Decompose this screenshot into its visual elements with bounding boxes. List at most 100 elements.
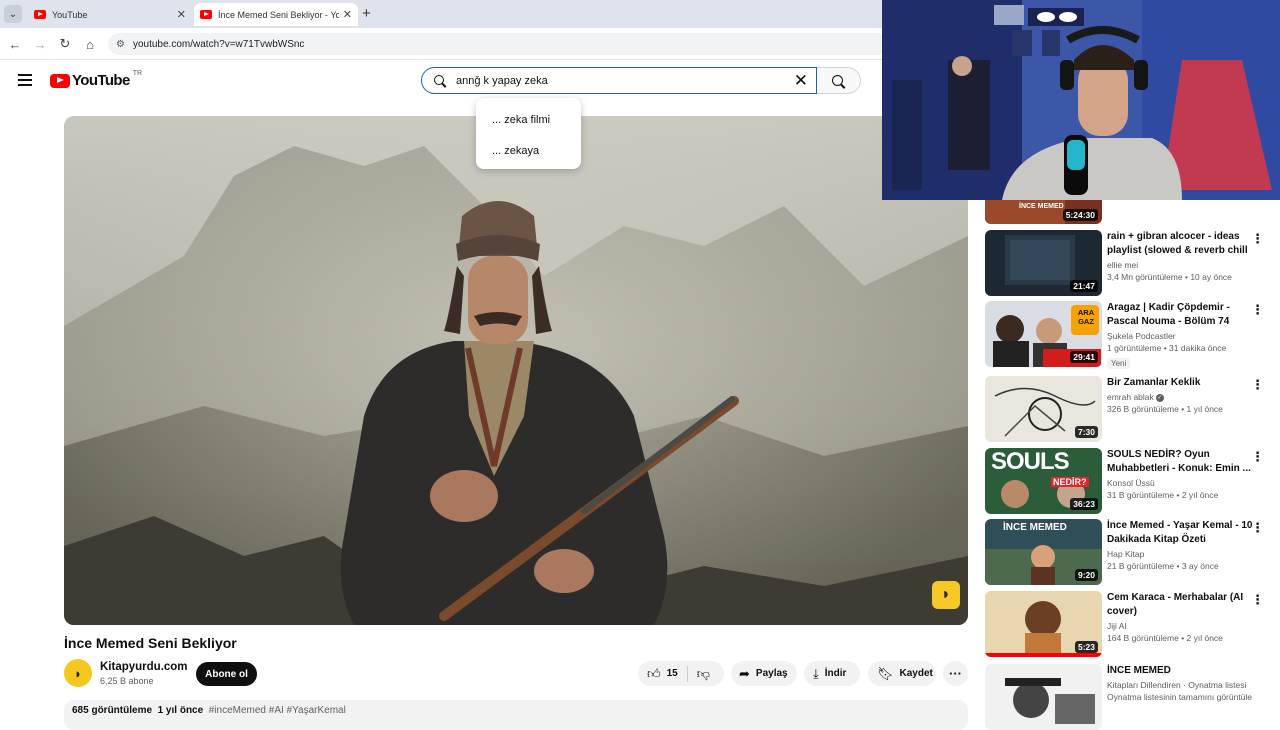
view-count: 1 görüntüleme <box>1107 343 1162 353</box>
upload-age: 1 yıl önce <box>1186 404 1223 414</box>
video-frame-image <box>64 116 968 625</box>
recommendation-channel[interactable]: Jiji AI <box>1107 621 1257 631</box>
thumbnail[interactable]: ARA GAZ 29:41 <box>985 301 1102 367</box>
duration-badge: 5:23 <box>1074 641 1098 653</box>
home-icon[interactable]: ⌂ <box>81 35 99 53</box>
duration-badge: 5:24:30 <box>1062 209 1098 221</box>
thumbnail[interactable] <box>985 664 1102 730</box>
recommendation-title[interactable]: Cem Karaca - Merhabalar (AI cover) <box>1107 591 1257 619</box>
view-count: 685 görüntüleme <box>72 705 153 716</box>
recommendation-channel[interactable]: Kitapları Dillendiren · Oynatma listesi <box>1107 680 1257 690</box>
recommendation-item[interactable]: 7:30 Bir Zamanlar Keklik emrah ablak ✓ 32… <box>985 376 1280 442</box>
new-tab-icon[interactable]: + <box>362 5 371 22</box>
recommendation-channel[interactable]: Hap Kitap <box>1107 549 1257 559</box>
recommendation-item[interactable]: 21:47 rain + gibran alcocer - ideas play… <box>985 230 1280 296</box>
recommendation-title[interactable]: Bir Zamanlar Keklik <box>1107 376 1257 390</box>
more-options-icon[interactable]: ⋮ <box>1251 377 1264 393</box>
thumbnail[interactable]: SOULS NEDİR? 36:23 <box>985 448 1102 514</box>
bookmark-icon: 🔖︎ <box>877 665 894 681</box>
thumbnail[interactable]: 7:30 <box>985 376 1102 442</box>
description-box[interactable]: 685 görüntüleme 1 yıl önce #inceMemed #A… <box>64 700 968 730</box>
playlist-item[interactable]: İNCE MEMED Kitapları Dillendiren · Oynat… <box>985 664 1280 730</box>
recommendation-title[interactable]: İnce Memed - Yaşar Kemal - 10 Dakikada K… <box>1107 519 1257 547</box>
view-full-playlist-link[interactable]: Oynatma listesinin tamamını görüntüle <box>1107 692 1257 702</box>
video-title: İnce Memed Seni Bekliyor <box>64 635 237 651</box>
view-count: 326 B görüntüleme <box>1107 404 1179 414</box>
thumbs-up-icon: 👍︎ <box>647 665 661 681</box>
save-button[interactable]: 🔖︎ Kaydet <box>868 661 936 686</box>
thumbnail[interactable]: 5:23 <box>985 591 1102 657</box>
recommendation-title[interactable]: İNCE MEMED <box>1107 664 1257 678</box>
recommendation-item[interactable]: 5:23 Cem Karaca - Merhabalar (AI cover) … <box>985 591 1280 657</box>
subscribe-button[interactable]: Abone ol <box>196 662 257 686</box>
more-options-icon[interactable]: ⋮ <box>1251 592 1264 608</box>
recommendation-channel[interactable]: Şukela Podcastler <box>1107 331 1257 341</box>
address-bar[interactable]: ⚙ youtube.com/watch?v=w71TvwbWSnc <box>108 33 888 55</box>
view-count: 31 B görüntüleme <box>1107 490 1175 500</box>
like-button[interactable]: 👍︎ 15 <box>638 661 687 686</box>
upload-age: 1 yıl önce <box>157 705 204 716</box>
save-label: Kaydet <box>899 668 933 679</box>
country-code: TR <box>132 70 143 77</box>
hashtags[interactable]: #inceMemed #AI #YaşarKemal <box>209 705 346 716</box>
like-count: 15 <box>666 668 678 679</box>
browser-tab-active[interactable]: İnce Memed Seni Bekliyor - YouTube ✕ <box>194 3 358 26</box>
thumbnail[interactable]: İNCE MEMED 9:20 <box>985 519 1102 585</box>
close-tab-icon[interactable]: ✕ <box>343 8 352 21</box>
recommendation-channel[interactable]: ellie mei <box>1107 260 1257 270</box>
search-query-text: annǧ k yapay zeka <box>456 74 548 87</box>
duration-badge: 36:23 <box>1070 498 1098 510</box>
recommendation-title[interactable]: rain + gibran alcocer - ideas playlist (… <box>1107 230 1257 258</box>
more-actions-icon[interactable]: ··· <box>943 661 968 686</box>
menu-icon[interactable] <box>18 74 32 86</box>
recommendation-channel[interactable]: emrah ablak <box>1107 392 1154 402</box>
download-button[interactable]: ⤓ İndir <box>804 661 860 686</box>
recommendation-title[interactable]: SOULS NEDİR? Oyun Muhabbetleri - Konuk: … <box>1107 448 1257 476</box>
search-icon <box>434 74 446 87</box>
share-button[interactable]: ➦ Paylaş <box>731 661 797 686</box>
more-options-icon[interactable]: ⋮ <box>1251 302 1264 318</box>
more-options-icon[interactable]: ⋮ <box>1251 449 1264 465</box>
new-badge: Yeni <box>1107 358 1131 369</box>
share-label: Paylaş <box>755 668 788 679</box>
suggestion-item[interactable]: ... zeka filmi <box>476 104 581 135</box>
tab-title: YouTube <box>52 9 88 20</box>
browser-tab-youtube[interactable]: YouTube ✕ <box>28 3 192 26</box>
thumbnail[interactable]: 21:47 <box>985 230 1102 296</box>
clear-search-icon[interactable]: ✕ <box>794 71 808 91</box>
recommendation-title[interactable]: Aragaz | Kadir Çöpdemir - Pascal Nouma -… <box>1107 301 1257 329</box>
forward-arrow-icon[interactable]: → <box>31 35 49 53</box>
duration-badge: 21:47 <box>1070 280 1098 292</box>
site-info-icon[interactable]: ⚙ <box>116 39 125 50</box>
recommendation-item[interactable]: İNCE MEMED 9:20 İnce Memed - Yaşar Kemal… <box>985 519 1280 585</box>
view-count: 164 B görüntüleme <box>1107 633 1179 643</box>
suggestion-item[interactable]: ... zekaya <box>476 135 581 166</box>
youtube-favicon-icon <box>200 10 212 19</box>
channel-avatar[interactable]: ◗ <box>64 659 92 687</box>
close-tab-icon[interactable]: ✕ <box>177 8 186 21</box>
thumbnail-text: SOULS <box>991 448 1070 475</box>
channel-name[interactable]: Kitapyurdu.com <box>100 661 188 673</box>
upload-age: 31 dakika önce <box>1169 343 1227 353</box>
more-options-icon[interactable]: ⋮ <box>1251 231 1264 247</box>
upload-age: 3 ay önce <box>1181 561 1219 571</box>
view-count: 21 B görüntüleme <box>1107 561 1175 571</box>
tab-title: İnce Memed Seni Bekliyor - YouTube <box>218 9 339 20</box>
back-arrow-icon[interactable]: ← <box>6 35 24 53</box>
youtube-logo[interactable]: YouTube TR <box>50 70 143 89</box>
upload-age: 2 yıl önce <box>1181 490 1219 500</box>
recommendation-channel[interactable]: Konsol Üssü <box>1107 478 1257 488</box>
search-input[interactable]: annǧ k yapay zeka ✕ <box>421 67 817 94</box>
logo-wordmark: YouTube <box>72 72 130 89</box>
dislike-button[interactable]: 👎︎ <box>688 661 719 686</box>
channel-watermark-icon[interactable]: ◗ <box>932 581 960 609</box>
tab-search-dropdown-icon[interactable]: ⌄ <box>4 5 22 23</box>
upload-age: 10 ay önce <box>1190 272 1232 282</box>
recommendation-item[interactable]: ARA GAZ 29:41 Aragaz | Kadir Çöpdemir - … <box>985 301 1280 369</box>
download-label: İndir <box>824 668 847 679</box>
reload-icon[interactable]: ↻ <box>56 35 74 53</box>
search-button[interactable] <box>817 67 861 94</box>
video-player[interactable]: ◗ <box>64 116 968 625</box>
recommendation-item[interactable]: SOULS NEDİR? 36:23 SOULS NEDİR? Oyun Muh… <box>985 448 1280 514</box>
more-options-icon[interactable]: ⋮ <box>1251 520 1264 536</box>
